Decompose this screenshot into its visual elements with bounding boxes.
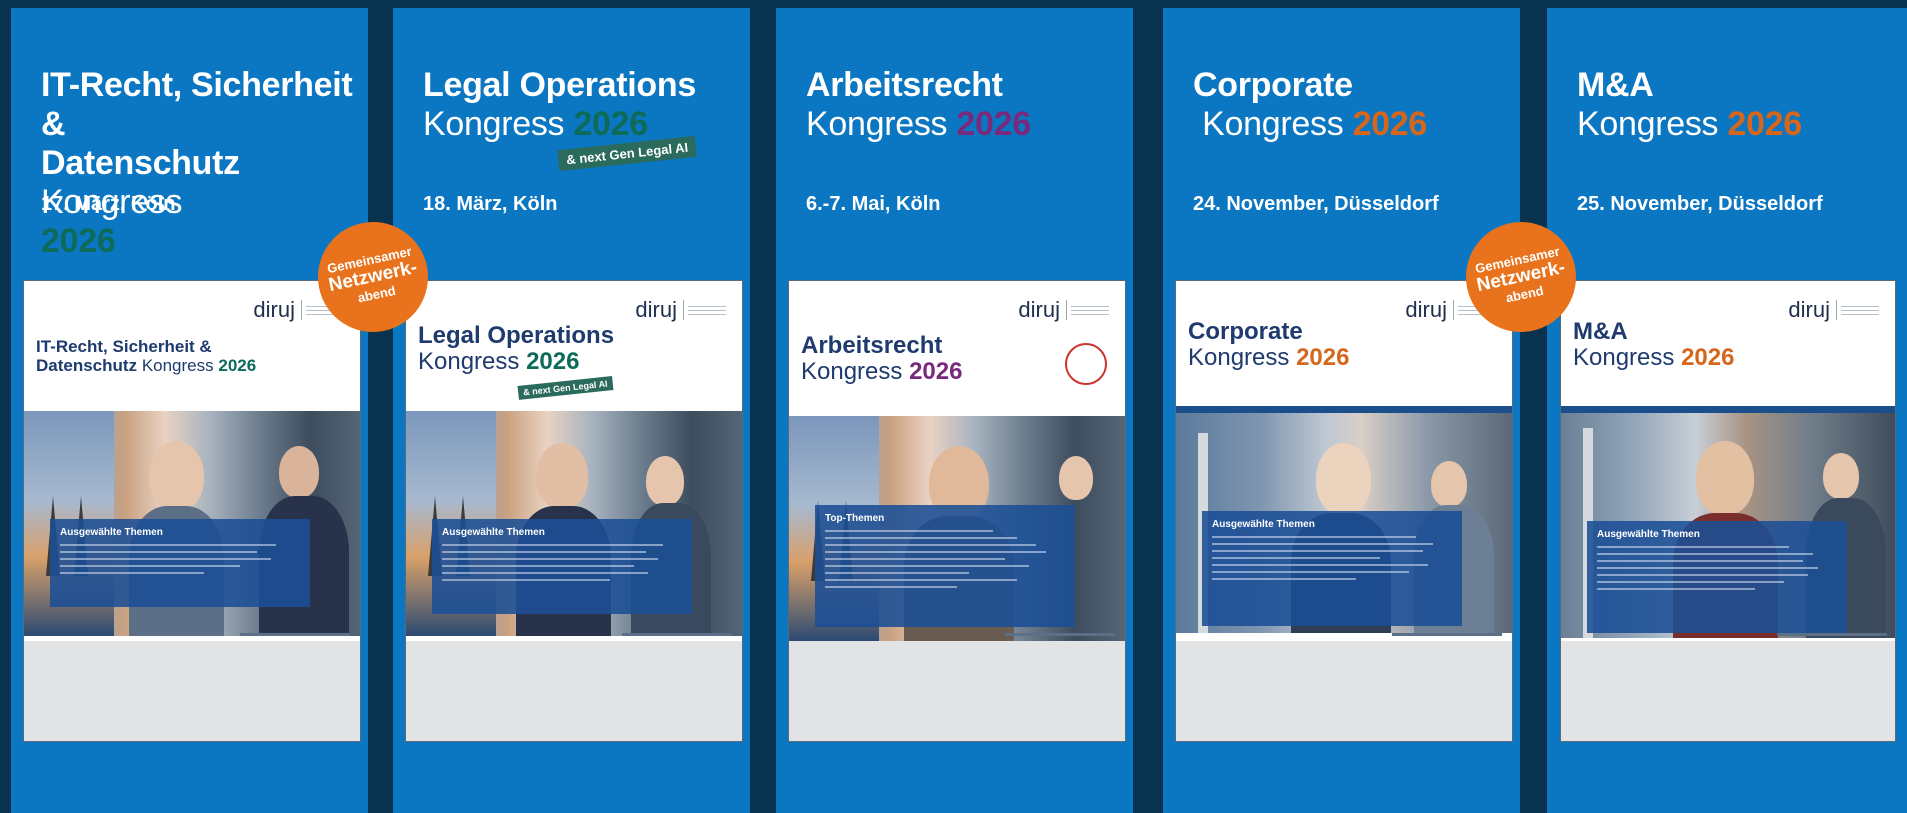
panel-title: M&A Kongress 2026 bbox=[1577, 66, 1802, 143]
panel-date: 6.-7. Mai, Köln bbox=[806, 193, 941, 215]
cover-footer bbox=[406, 633, 742, 741]
panel-title: Legal Operations Kongress 2026 bbox=[423, 66, 696, 143]
cover-footer bbox=[1176, 633, 1512, 741]
cover-footer bbox=[24, 633, 360, 741]
brochure-cover[interactable]: diruj Legal Operations Kongress 2026 & n… bbox=[405, 280, 743, 742]
event-panel-arbeitsrecht[interactable]: Arbeitsrecht Kongress 2026 6.-7. Mai, Kö… bbox=[776, 8, 1133, 813]
topics-box: Top-Themen bbox=[815, 505, 1075, 627]
event-panel-legal-operations[interactable]: Legal Operations Kongress 2026 & next Ge… bbox=[393, 8, 750, 813]
diruj-logo: diruj bbox=[635, 297, 726, 323]
diruj-logo: diruj bbox=[1018, 297, 1109, 323]
cover-title: Arbeitsrecht Kongress 2026 bbox=[801, 332, 963, 385]
panel-year: 2026 bbox=[573, 105, 648, 143]
event-panel-corporate[interactable]: Corporate Kongress 2026 24. November, Dü… bbox=[1163, 8, 1520, 813]
panel-year: 2026 bbox=[956, 105, 1031, 143]
panel-date: 24. November, Düsseldorf bbox=[1193, 193, 1439, 215]
panel-date: 17. März, Köln bbox=[41, 193, 176, 215]
event-panel-it-recht[interactable]: IT-Recht, Sicherheit & Datenschutz Kongr… bbox=[11, 8, 368, 813]
topics-box: Ausgewählte Themen bbox=[50, 519, 310, 607]
cover-title: Corporate Kongress 2026 bbox=[1188, 318, 1350, 371]
brochure-cover[interactable]: diruj Arbeitsrecht Kongress 2026 Top-The… bbox=[788, 280, 1126, 742]
panel-title: Arbeitsrecht Kongress 2026 bbox=[806, 66, 1031, 143]
panel-title: Corporate Kongress 2026 bbox=[1193, 66, 1428, 143]
topics-box: Ausgewählte Themen bbox=[432, 519, 692, 614]
panel-year: 2026 bbox=[1727, 105, 1802, 143]
panel-date: 18. März, Köln bbox=[423, 193, 558, 215]
topics-box: Ausgewählte Themen bbox=[1587, 521, 1847, 633]
cover-title: Legal Operations Kongress 2026 bbox=[418, 322, 615, 375]
brochure-cover[interactable]: diruj M&A Kongress 2026 Ausgewählte Them… bbox=[1560, 280, 1896, 742]
panel-date: 25. November, Düsseldorf bbox=[1577, 193, 1823, 215]
cover-title: M&A Kongress 2026 bbox=[1573, 318, 1735, 371]
event-panel-m-and-a[interactable]: M&A Kongress 2026 25. November, Düsseldo… bbox=[1547, 8, 1907, 813]
cover-badge: & next Gen Legal AI bbox=[517, 376, 614, 400]
cover-footer bbox=[789, 633, 1125, 741]
panel-title: IT-Recht, Sicherheit & Datenschutz Kongr… bbox=[41, 66, 353, 260]
topics-box: Ausgewählte Themen bbox=[1202, 511, 1462, 626]
brochure-cover[interactable]: diruj IT-Recht, Sicherheit & Datenschutz… bbox=[23, 280, 361, 742]
brochure-cover[interactable]: diruj Corporate Kongress 2026 Ausgewählt… bbox=[1175, 280, 1513, 742]
cover-title: IT-Recht, Sicherheit & Datenschutz Kongr… bbox=[36, 337, 257, 375]
cover-footer bbox=[1561, 633, 1895, 741]
panel-year: 2026 bbox=[41, 222, 116, 260]
panel-year: 2026 bbox=[1352, 105, 1428, 143]
